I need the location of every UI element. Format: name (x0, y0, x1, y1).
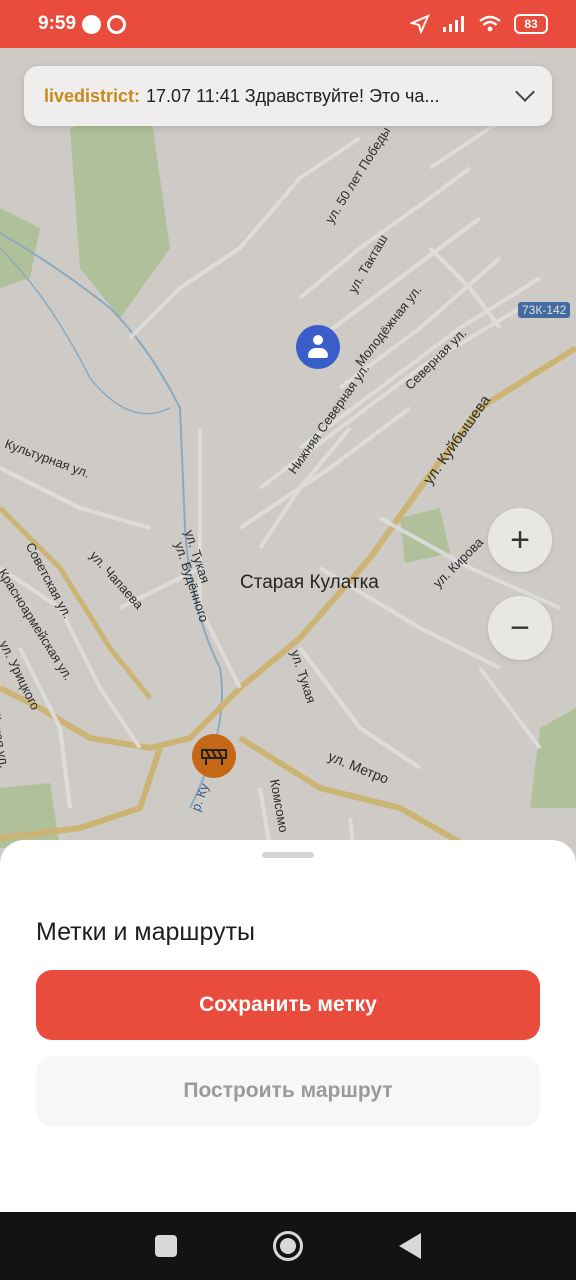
status-icons: 83 (410, 14, 548, 34)
chat-author: livedistrict: (44, 85, 141, 106)
wifi-icon (479, 15, 501, 32)
battery-indicator: 83 (514, 14, 548, 34)
person-icon-body (308, 348, 328, 358)
build-route-button[interactable]: Построить маршрут (36, 1056, 540, 1126)
zoom-in-button[interactable]: + (488, 508, 552, 572)
zoom-out-button[interactable]: − (488, 596, 552, 660)
system-nav-bar (0, 1212, 576, 1280)
status-bar: 9:59 83 (0, 0, 576, 48)
sheet-drag-handle[interactable] (262, 852, 314, 858)
roadworks-icon (201, 749, 227, 765)
save-marker-button[interactable]: Сохранить метку (36, 970, 540, 1040)
back-icon[interactable] (399, 1233, 421, 1259)
home-icon[interactable] (273, 1231, 303, 1261)
map-view[interactable]: ул. 50 лет Победы ул. Такташ Молодёжная … (0, 48, 576, 908)
chevron-down-icon[interactable] (515, 82, 535, 102)
status-time: 9:59 (38, 13, 77, 34)
app-notification-icon (107, 14, 127, 34)
recent-apps-icon[interactable] (155, 1235, 177, 1257)
road-number-badge: 73К-142 (518, 302, 571, 318)
location-arrow-icon (410, 14, 430, 34)
roadworks-marker[interactable] (192, 734, 236, 778)
bottom-sheet: Метки и маршруты Сохранить метку Построи… (0, 840, 576, 1212)
sheet-title: Метки и маршруты (36, 918, 255, 946)
chat-notification[interactable]: livedistrict: 17.07 11:41 Здравствуйте! … (24, 66, 552, 126)
chat-message: 17.07 11:41 Здравствуйте! Это ча... (146, 85, 440, 106)
messenger-notification-icon (82, 14, 102, 34)
signal-icon (443, 16, 464, 32)
place-label: Старая Кулатка (240, 572, 379, 593)
person-icon (313, 335, 323, 345)
user-location-marker[interactable] (296, 325, 340, 369)
